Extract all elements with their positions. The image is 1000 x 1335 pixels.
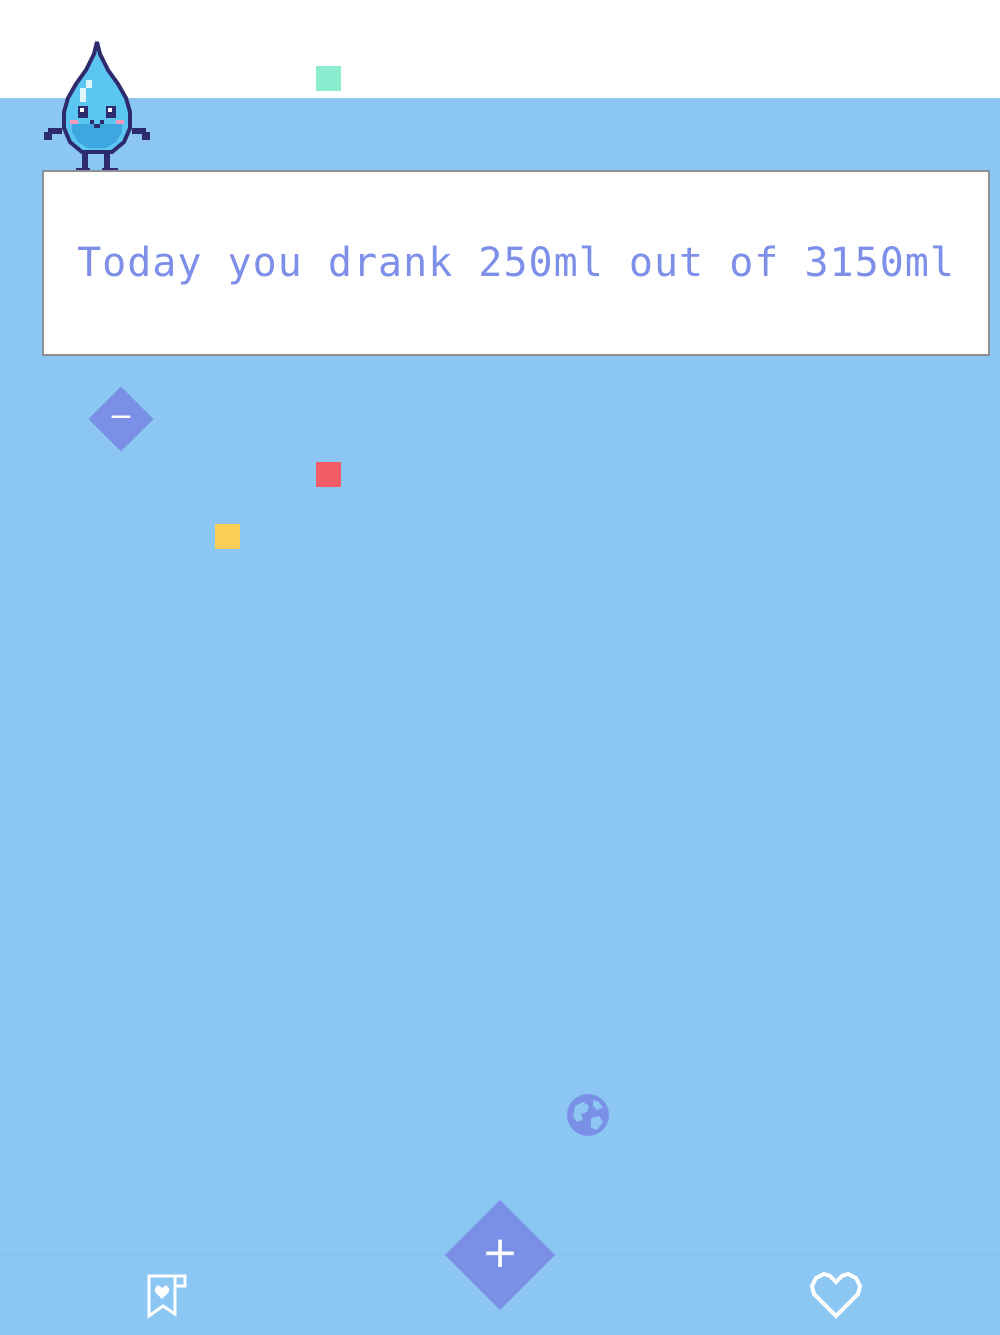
water-drop-mascot-icon (44, 41, 150, 174)
decrease-button[interactable]: − (88, 386, 154, 452)
globe-icon[interactable] (565, 1092, 611, 1138)
bookmark-heart-icon[interactable] (145, 1270, 189, 1320)
confetti-pixel-green (316, 66, 341, 91)
plus-icon: + (481, 1227, 519, 1278)
daily-intake-message-box: Today you drank 250ml out of 3150ml (42, 170, 990, 356)
add-water-button[interactable]: + (444, 1199, 556, 1311)
confetti-pixel-yellow (215, 524, 240, 549)
minus-icon: − (108, 399, 134, 434)
confetti-pixel-red (316, 462, 341, 487)
daily-intake-message: Today you drank 250ml out of 3150ml (77, 240, 955, 286)
heart-icon[interactable] (808, 1270, 864, 1320)
